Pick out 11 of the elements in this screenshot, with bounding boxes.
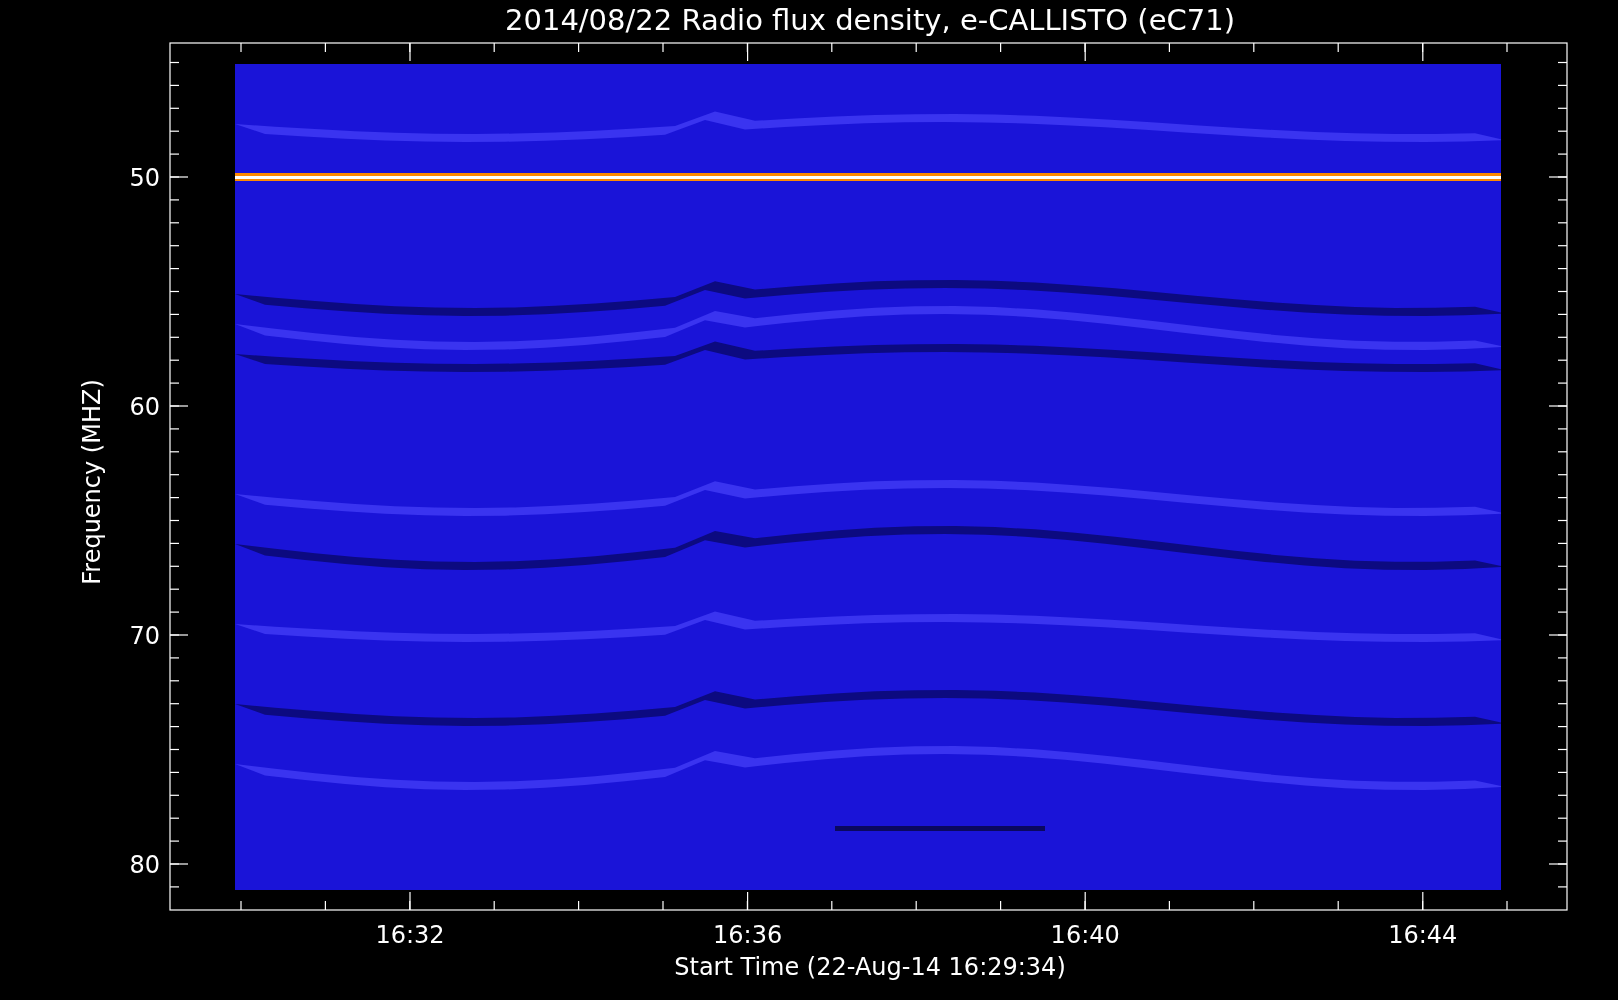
- axis-label: Start Time (22-Aug-14 16:29:34): [674, 953, 1066, 981]
- tick-label: 70: [129, 622, 160, 650]
- tick-label: 60: [129, 393, 160, 421]
- tick-label: 16:36: [713, 921, 783, 949]
- chart-title: 2014/08/22 Radio flux density, e-CALLISTO (eC71): [505, 3, 1235, 37]
- axis-label: Frequency (MHZ): [78, 379, 106, 585]
- tick-label: 16:32: [375, 921, 445, 949]
- tick-label: 80: [129, 851, 160, 879]
- tick-label: 16:44: [1388, 921, 1458, 949]
- tick-label: 16:40: [1050, 921, 1120, 949]
- tick-label: 50: [129, 164, 160, 192]
